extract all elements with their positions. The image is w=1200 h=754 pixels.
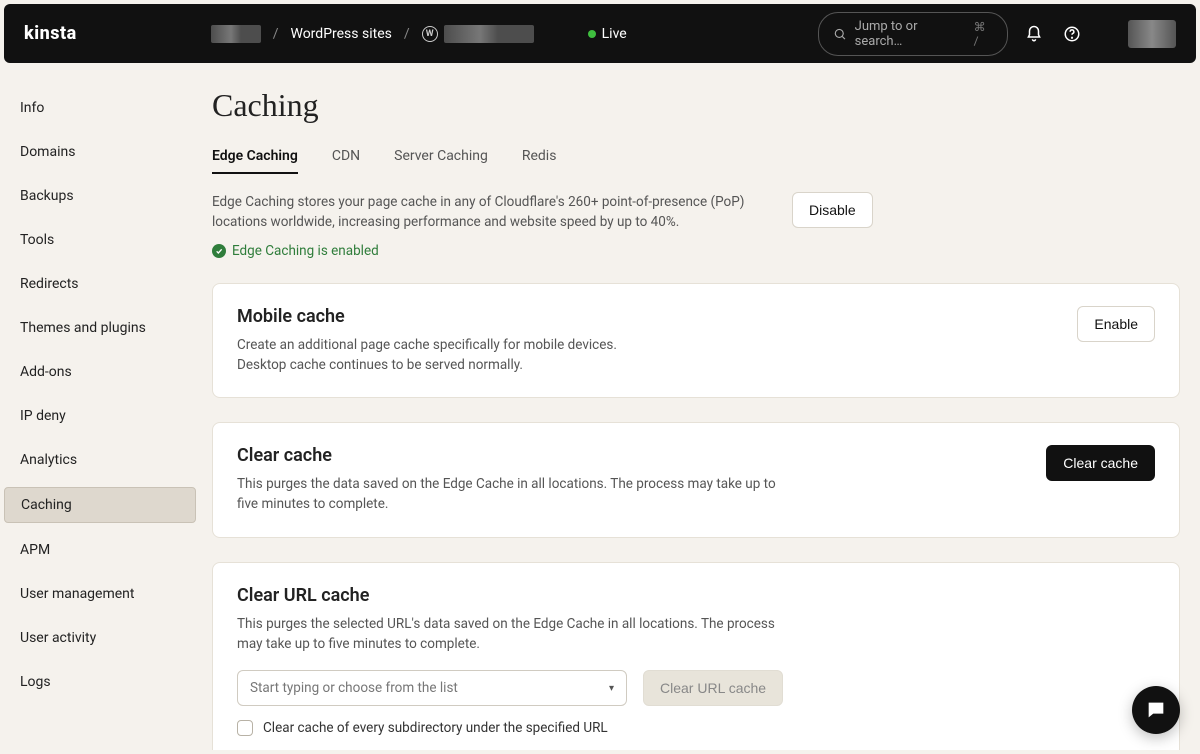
sidebar-item-usermgmt[interactable]: User management — [4, 577, 196, 611]
sidebar-item-ipdeny[interactable]: IP deny — [4, 399, 196, 433]
notifications-button[interactable] — [1022, 22, 1046, 46]
disable-edge-caching-button[interactable]: Disable — [792, 192, 873, 228]
sidebar-item-redirects[interactable]: Redirects — [4, 267, 196, 301]
clear-url-cache-card: Clear URL cache This purges the selected… — [212, 562, 1180, 751]
sidebar-item-logs[interactable]: Logs — [4, 665, 196, 699]
tab-redis[interactable]: Redis — [522, 148, 557, 174]
sidebar-item-themes[interactable]: Themes and plugins — [4, 311, 196, 345]
clear-url-cache-button[interactable]: Clear URL cache — [643, 670, 783, 706]
breadcrumb-separator: / — [273, 26, 279, 42]
tab-edge-caching[interactable]: Edge Caching — [212, 148, 298, 174]
wordpress-icon: W — [422, 26, 438, 42]
edge-caching-status: Edge Caching is enabled — [212, 243, 772, 259]
breadcrumb: / WordPress sites / W — [211, 25, 534, 43]
subdirectory-checkbox-row[interactable]: Clear cache of every subdirectory under … — [237, 720, 1155, 736]
sidebar-item-apm[interactable]: APM — [4, 533, 196, 567]
search-placeholder: Jump to or search… — [855, 19, 966, 49]
bell-icon — [1025, 25, 1043, 43]
site-name-placeholder — [444, 25, 534, 43]
mobile-cache-desc-2: Desktop cache continues to be served nor… — [237, 355, 797, 375]
breadcrumb-wordpress-sites[interactable]: WordPress sites — [290, 26, 391, 42]
account-menu[interactable] — [1128, 20, 1176, 48]
topbar: kinsta / WordPress sites / W Live Jump t… — [4, 4, 1196, 63]
sidebar-item-info[interactable]: Info — [4, 91, 196, 125]
status-text: Edge Caching is enabled — [232, 243, 379, 259]
sidebar-item-caching[interactable]: Caching — [4, 487, 196, 523]
mobile-cache-card: Mobile cache Create an additional page c… — [212, 283, 1180, 399]
main-content: Caching Edge Caching CDN Server Caching … — [200, 67, 1200, 750]
mobile-cache-desc-1: Create an additional page cache specific… — [237, 335, 797, 355]
chat-launcher[interactable] — [1132, 686, 1180, 734]
url-combobox-placeholder: Start typing or choose from the list — [250, 680, 458, 696]
subdirectory-checkbox-label: Clear cache of every subdirectory under … — [263, 720, 608, 736]
status-dot-icon — [588, 30, 596, 38]
chevron-down-icon: ▾ — [609, 683, 614, 694]
sidebar-item-useractivity[interactable]: User activity — [4, 621, 196, 655]
sidebar-item-backups[interactable]: Backups — [4, 179, 196, 213]
clear-cache-title: Clear cache — [237, 445, 1026, 466]
chat-icon — [1145, 699, 1167, 721]
breadcrumb-site[interactable]: W — [422, 25, 534, 43]
tabs: Edge Caching CDN Server Caching Redis — [212, 148, 1180, 174]
logo: kinsta — [24, 23, 77, 44]
check-circle-icon — [212, 244, 226, 258]
breadcrumb-placeholder — [211, 25, 261, 43]
environment-badge[interactable]: Live — [588, 26, 627, 42]
clear-cache-desc: This purges the data saved on the Edge C… — [237, 474, 797, 515]
help-icon — [1063, 25, 1081, 43]
clear-cache-card: Clear cache This purges the data saved o… — [212, 422, 1180, 538]
sidebar-item-addons[interactable]: Add-ons — [4, 355, 196, 389]
page-title: Caching — [212, 87, 1180, 124]
subdirectory-checkbox[interactable] — [237, 720, 253, 736]
breadcrumb-separator: / — [404, 26, 410, 42]
clear-url-cache-desc: This purges the selected URL's data save… — [237, 614, 797, 655]
sidebar: Info Domains Backups Tools Redirects The… — [0, 67, 200, 750]
enable-mobile-cache-button[interactable]: Enable — [1077, 306, 1155, 342]
environment-label: Live — [602, 26, 627, 42]
sidebar-item-tools[interactable]: Tools — [4, 223, 196, 257]
tab-cdn[interactable]: CDN — [332, 148, 360, 174]
edge-caching-description: Edge Caching stores your page cache in a… — [212, 192, 772, 233]
search-shortcut: ⌘ / — [974, 20, 993, 48]
clear-cache-button[interactable]: Clear cache — [1046, 445, 1155, 481]
mobile-cache-title: Mobile cache — [237, 306, 1057, 327]
url-combobox[interactable]: Start typing or choose from the list ▾ — [237, 670, 627, 706]
tab-server-caching[interactable]: Server Caching — [394, 148, 488, 174]
clear-url-cache-title: Clear URL cache — [237, 585, 1155, 606]
sidebar-item-analytics[interactable]: Analytics — [4, 443, 196, 477]
search-icon — [833, 27, 847, 41]
search-input[interactable]: Jump to or search… ⌘ / — [818, 12, 1008, 56]
sidebar-item-domains[interactable]: Domains — [4, 135, 196, 169]
help-button[interactable] — [1060, 22, 1084, 46]
